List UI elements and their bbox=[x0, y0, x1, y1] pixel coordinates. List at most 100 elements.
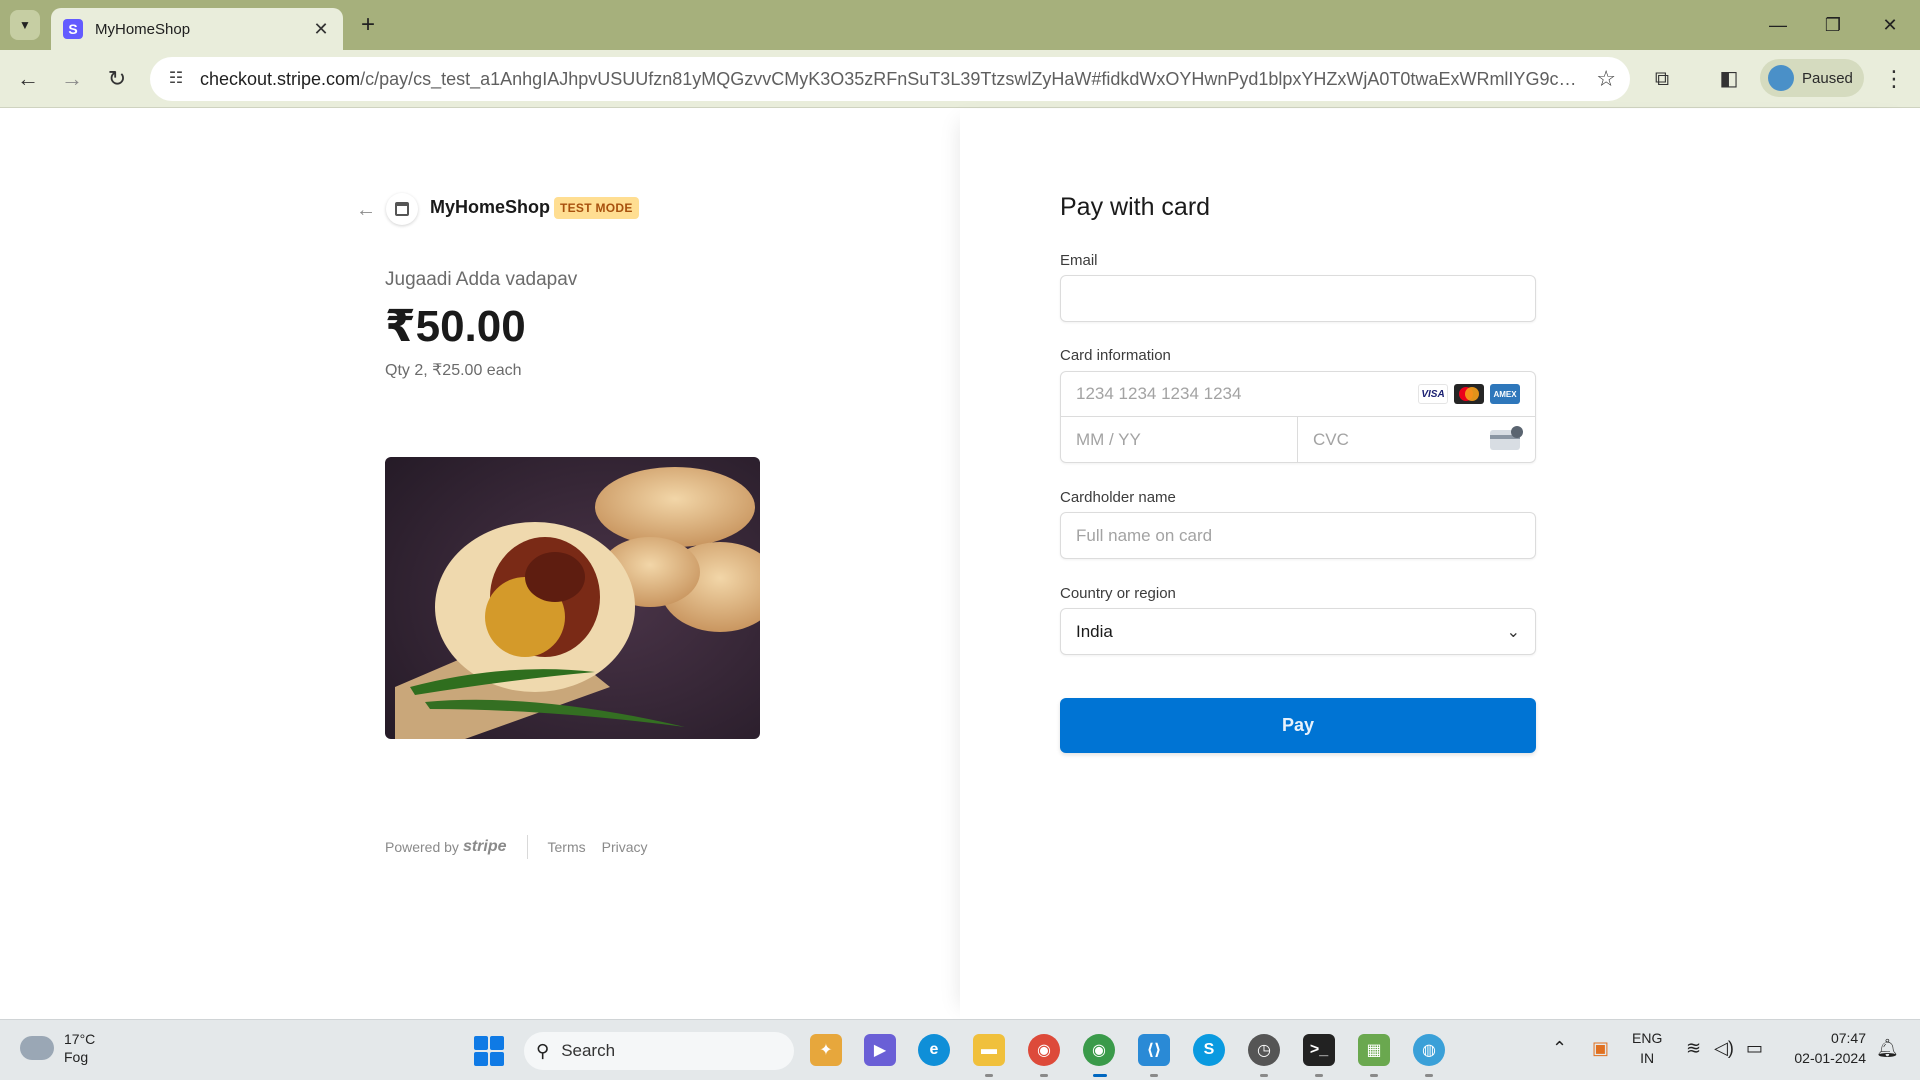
url-text[interactable]: checkout.stripe.com/c/pay/cs_test_a1Anhg… bbox=[200, 69, 1584, 90]
card-info-group: VISA AMEX bbox=[1060, 371, 1536, 463]
extensions-icon[interactable]: ⧉ bbox=[1646, 63, 1678, 95]
chrome-icon[interactable]: ◉ bbox=[1028, 1034, 1060, 1066]
image-editor-icon[interactable]: ▦ bbox=[1358, 1034, 1390, 1066]
payment-form-pane: Pay with card Email Card information VIS… bbox=[960, 109, 1920, 1019]
teams-meet-icon[interactable]: ▶ bbox=[864, 1034, 896, 1066]
volume-icon[interactable]: ◁) bbox=[1714, 1038, 1734, 1059]
notification-bell-icon[interactable]: 🔔︎ bbox=[1876, 1038, 1899, 1059]
url-path: /c/pay/cs_test_a1AnhgIAJhpvUSUUfzn81yMQG… bbox=[360, 68, 1585, 89]
order-summary-pane: ← MyHomeShop TEST MODE Jugaadi Adda vada… bbox=[0, 109, 960, 1019]
minimize-icon[interactable]: — bbox=[1758, 10, 1798, 40]
weather-condition: Fog bbox=[64, 1049, 89, 1065]
terms-link[interactable]: Terms bbox=[548, 839, 586, 855]
clock-time: 07:47 bbox=[1830, 1030, 1866, 1046]
cvc-card-icon bbox=[1490, 425, 1523, 450]
wifi-icon[interactable]: ≋ bbox=[1686, 1038, 1701, 1059]
visa-icon: VISA bbox=[1418, 384, 1448, 404]
checkout-footer: Powered by stripe Terms Privacy bbox=[385, 835, 664, 859]
total-price: ₹50.00 bbox=[385, 302, 526, 351]
region-code: IN bbox=[1640, 1050, 1655, 1066]
close-window-icon[interactable]: ✕ bbox=[1870, 10, 1910, 40]
powered-by-stripe[interactable]: Powered by stripe bbox=[385, 838, 507, 856]
site-info-icon[interactable]: ☷ bbox=[164, 67, 188, 91]
side-panel-icon[interactable]: ◧ bbox=[1713, 63, 1745, 95]
pay-button[interactable]: Pay bbox=[1060, 698, 1536, 753]
tray-app-icon[interactable]: ▣ bbox=[1592, 1038, 1609, 1059]
close-tab-icon[interactable]: ✕ bbox=[311, 19, 331, 40]
chevron-down-icon: ⌄ bbox=[1506, 623, 1520, 641]
fog-cloud-icon bbox=[20, 1036, 54, 1060]
cardholder-name-input[interactable] bbox=[1076, 525, 1520, 546]
stripe-logo: stripe bbox=[462, 838, 507, 855]
powered-by-label: Powered by bbox=[385, 839, 459, 855]
battery-icon[interactable]: ▭ bbox=[1746, 1038, 1763, 1059]
quantity-text: Qty 2, ₹25.00 each bbox=[385, 362, 522, 379]
card-expiry-input[interactable] bbox=[1076, 429, 1282, 450]
clock-date: 02-01-2024 bbox=[1794, 1050, 1866, 1066]
card-brands: VISA AMEX bbox=[1418, 384, 1520, 404]
search-label: Search bbox=[561, 1041, 616, 1060]
tab-title: MyHomeShop bbox=[95, 20, 191, 38]
tab-search-button[interactable]: ▼ bbox=[10, 10, 40, 40]
profile-button[interactable]: Paused bbox=[1760, 59, 1864, 97]
country-value: India bbox=[1076, 621, 1113, 641]
new-tab-button[interactable]: + bbox=[353, 10, 383, 40]
chevron-down-icon: ▼ bbox=[19, 18, 31, 32]
clock[interactable]: 07:47 02-01-2024 bbox=[1782, 1028, 1866, 1068]
shop-name[interactable]: MyHomeShop bbox=[430, 197, 550, 218]
email-input[interactable] bbox=[1076, 288, 1520, 309]
weather-widget[interactable]: 17°C Fog bbox=[20, 1030, 95, 1066]
country-label: Country or region bbox=[1060, 585, 1176, 602]
product-image bbox=[385, 457, 760, 739]
start-button[interactable] bbox=[474, 1036, 504, 1066]
form-title: Pay with card bbox=[1060, 193, 1211, 221]
checkout-page: ← MyHomeShop TEST MODE Jugaadi Adda vada… bbox=[0, 109, 1920, 1019]
terminal-icon[interactable]: >_ bbox=[1303, 1034, 1335, 1066]
language-indicator[interactable]: ENG IN bbox=[1632, 1028, 1662, 1068]
bookmark-star-icon[interactable]: ☆ bbox=[1596, 66, 1616, 92]
file-explorer-icon[interactable]: ▬ bbox=[973, 1034, 1005, 1066]
card-cvc-field[interactable] bbox=[1298, 417, 1535, 462]
reload-icon[interactable]: ↻ bbox=[101, 63, 133, 95]
amex-icon: AMEX bbox=[1490, 384, 1520, 404]
email-field[interactable] bbox=[1060, 275, 1536, 322]
profile-status: Paused bbox=[1802, 69, 1853, 87]
privacy-link[interactable]: Privacy bbox=[602, 839, 648, 855]
address-bar[interactable]: ☷ checkout.stripe.com/c/pay/cs_test_a1An… bbox=[150, 57, 1630, 101]
language-code: ENG bbox=[1632, 1030, 1663, 1046]
vscode-icon[interactable]: ⟨⟩ bbox=[1138, 1034, 1170, 1066]
card-info-label: Card information bbox=[1060, 347, 1171, 364]
skype-icon[interactable]: S bbox=[1193, 1034, 1225, 1066]
card-expiry-field[interactable] bbox=[1061, 417, 1298, 462]
globe-app-icon[interactable]: ◍ bbox=[1413, 1034, 1445, 1066]
url-domain: checkout.stripe.com bbox=[200, 68, 361, 89]
cardholder-name-field[interactable] bbox=[1060, 512, 1536, 559]
card-number-input[interactable] bbox=[1076, 384, 1418, 404]
more-menu-icon[interactable]: ⋮ bbox=[1878, 63, 1910, 95]
windows-taskbar: 17°C Fog ⚲ Search ✦ ▶ e ▬ ◉ ◉ ⟨⟩ S ◷ >_ … bbox=[0, 1019, 1920, 1080]
weather-temp: 17°C bbox=[64, 1031, 96, 1047]
taskbar-search[interactable]: ⚲ Search bbox=[524, 1032, 794, 1070]
email-label: Email bbox=[1060, 252, 1098, 269]
restore-icon[interactable]: ❐ bbox=[1813, 10, 1853, 40]
forward-icon[interactable]: → bbox=[56, 63, 88, 95]
clock-app-icon[interactable]: ◷ bbox=[1248, 1034, 1280, 1066]
country-select[interactable]: India ⌄ bbox=[1060, 608, 1536, 655]
browser-toolbar: ← → ↻ ☷ checkout.stripe.com/c/pay/cs_tes… bbox=[0, 50, 1920, 108]
copilot-app-icon[interactable]: ✦ bbox=[810, 1034, 842, 1066]
edge-browser-icon[interactable]: e bbox=[918, 1034, 950, 1066]
card-cvc-input[interactable] bbox=[1313, 429, 1490, 450]
back-arrow-icon[interactable]: ← bbox=[356, 199, 376, 222]
search-icon: ⚲ bbox=[536, 1040, 550, 1061]
mastercard-icon bbox=[1454, 384, 1484, 404]
back-icon[interactable]: ← bbox=[12, 63, 44, 95]
test-mode-badge: TEST MODE bbox=[554, 197, 639, 219]
product-name: Jugaadi Adda vadapav bbox=[385, 269, 578, 290]
chevron-up-icon[interactable]: ⌃ bbox=[1552, 1038, 1567, 1059]
chrome-profile-icon[interactable]: ◉ bbox=[1083, 1034, 1115, 1066]
cardholder-name-label: Cardholder name bbox=[1060, 489, 1176, 506]
browser-tab-active[interactable]: S MyHomeShop ✕ bbox=[51, 8, 343, 50]
card-number-field[interactable]: VISA AMEX bbox=[1061, 372, 1535, 417]
stripe-favicon-icon: S bbox=[63, 19, 83, 39]
footer-divider bbox=[526, 835, 528, 859]
